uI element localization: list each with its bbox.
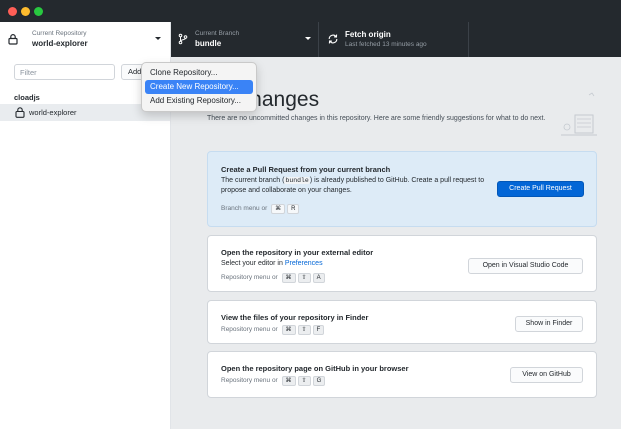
create-pull-request-button[interactable]: Create Pull Request bbox=[497, 181, 584, 197]
menu-item-create-new-repository[interactable]: Create New Repository... bbox=[145, 80, 253, 94]
close-window-button[interactable] bbox=[8, 7, 17, 16]
repository-list-panel: Add cloadjs world-explorer bbox=[0, 57, 171, 429]
card-title: Open the repository in your external edi… bbox=[221, 248, 374, 257]
command-key: ⌘ bbox=[281, 325, 296, 335]
branch-name-code: bundle bbox=[284, 177, 310, 184]
repository-list-item-label: world-explorer bbox=[29, 108, 77, 117]
card-title: Open the repository page on GitHub in yo… bbox=[221, 364, 409, 373]
repo-lock-icon bbox=[8, 34, 18, 45]
toolbar: Current Repository world-explorer Curren… bbox=[0, 22, 621, 57]
current-repository-button[interactable]: Current Repository world-explorer bbox=[0, 22, 171, 57]
shift-key: ⇧ bbox=[297, 325, 311, 335]
repo-lock-icon bbox=[15, 107, 25, 118]
shift-key: ⇧ bbox=[297, 376, 311, 386]
git-branch-icon bbox=[178, 33, 188, 45]
card-description: The current branch (bundle) is already p… bbox=[221, 176, 486, 196]
shortcut-prefix: Repository menu or bbox=[221, 377, 278, 384]
pull-request-suggestion: Create a Pull Request from your current … bbox=[207, 151, 597, 227]
current-branch-value: bundle bbox=[195, 39, 222, 48]
empty-state-illustration bbox=[561, 92, 597, 136]
shortcut-prefix: Branch menu or bbox=[221, 205, 268, 212]
shortcut-key: R bbox=[287, 204, 300, 214]
chevron-down-icon bbox=[305, 37, 311, 40]
fetch-origin-button[interactable]: Fetch origin Last fetched 13 minutes ago bbox=[319, 22, 469, 57]
current-branch-label: Current Branch bbox=[195, 30, 240, 37]
show-in-finder-button[interactable]: Show in Finder bbox=[515, 316, 583, 332]
shortcut-key: A bbox=[312, 273, 325, 283]
keyboard-shortcut-hint: Repository menu or ⌘ ⇧ G bbox=[221, 376, 326, 386]
keyboard-shortcut-hint: Repository menu or ⌘ ⇧ A bbox=[221, 273, 325, 283]
zoom-window-button[interactable] bbox=[34, 7, 43, 16]
menu-item-add-existing-repository[interactable]: Add Existing Repository... bbox=[145, 94, 253, 108]
command-key: ⌘ bbox=[271, 204, 286, 214]
title-bar bbox=[0, 0, 621, 22]
command-key: ⌘ bbox=[281, 376, 296, 386]
card-description-text: The current branch ( bbox=[221, 177, 285, 184]
fetch-origin-label: Fetch origin bbox=[345, 30, 391, 39]
intro-text: There are no uncommitted changes in this… bbox=[207, 115, 546, 122]
view-on-github-suggestion: Open the repository page on GitHub in yo… bbox=[207, 351, 597, 398]
view-on-github-button[interactable]: View on GitHub bbox=[510, 367, 583, 383]
shortcut-key: F bbox=[312, 325, 325, 335]
shift-key: ⇧ bbox=[297, 273, 311, 283]
keyboard-shortcut-hint: Repository menu or ⌘ ⇧ F bbox=[221, 325, 325, 335]
add-repository-menu: Clone Repository... Create New Repositor… bbox=[141, 62, 257, 112]
fetch-status: Last fetched 13 minutes ago bbox=[345, 41, 427, 48]
external-editor-suggestion: Open the repository in your external edi… bbox=[207, 235, 597, 292]
open-in-editor-button[interactable]: Open in Visual Studio Code bbox=[468, 258, 583, 274]
shortcut-key: G bbox=[312, 376, 326, 386]
card-title: View the files of your repository in Fin… bbox=[221, 313, 369, 322]
menu-item-clone-repository[interactable]: Clone Repository... bbox=[145, 66, 253, 80]
current-branch-button[interactable]: Current Branch bundle bbox=[171, 22, 319, 57]
show-in-finder-suggestion: View the files of your repository in Fin… bbox=[207, 300, 597, 344]
preferences-link[interactable]: Preferences bbox=[285, 260, 323, 267]
card-description: Select your editor in Preferences bbox=[221, 259, 501, 269]
filter-input[interactable] bbox=[14, 64, 115, 80]
shortcut-prefix: Repository menu or bbox=[221, 326, 278, 333]
card-title: Create a Pull Request from your current … bbox=[221, 165, 391, 174]
chevron-down-icon bbox=[155, 37, 161, 40]
no-changes-view: cal changes There are no uncommitted cha… bbox=[171, 57, 621, 429]
minimize-window-button[interactable] bbox=[21, 7, 30, 16]
sync-icon bbox=[328, 34, 338, 44]
current-repository-value: world-explorer bbox=[32, 39, 88, 48]
keyboard-shortcut-hint: Branch menu or ⌘ R bbox=[221, 204, 300, 214]
current-repository-label: Current Repository bbox=[32, 30, 87, 37]
shortcut-prefix: Repository menu or bbox=[221, 274, 278, 281]
card-description-text: Select your editor in bbox=[221, 260, 283, 267]
repository-group-header: cloadjs bbox=[14, 93, 40, 102]
command-key: ⌘ bbox=[281, 273, 296, 283]
